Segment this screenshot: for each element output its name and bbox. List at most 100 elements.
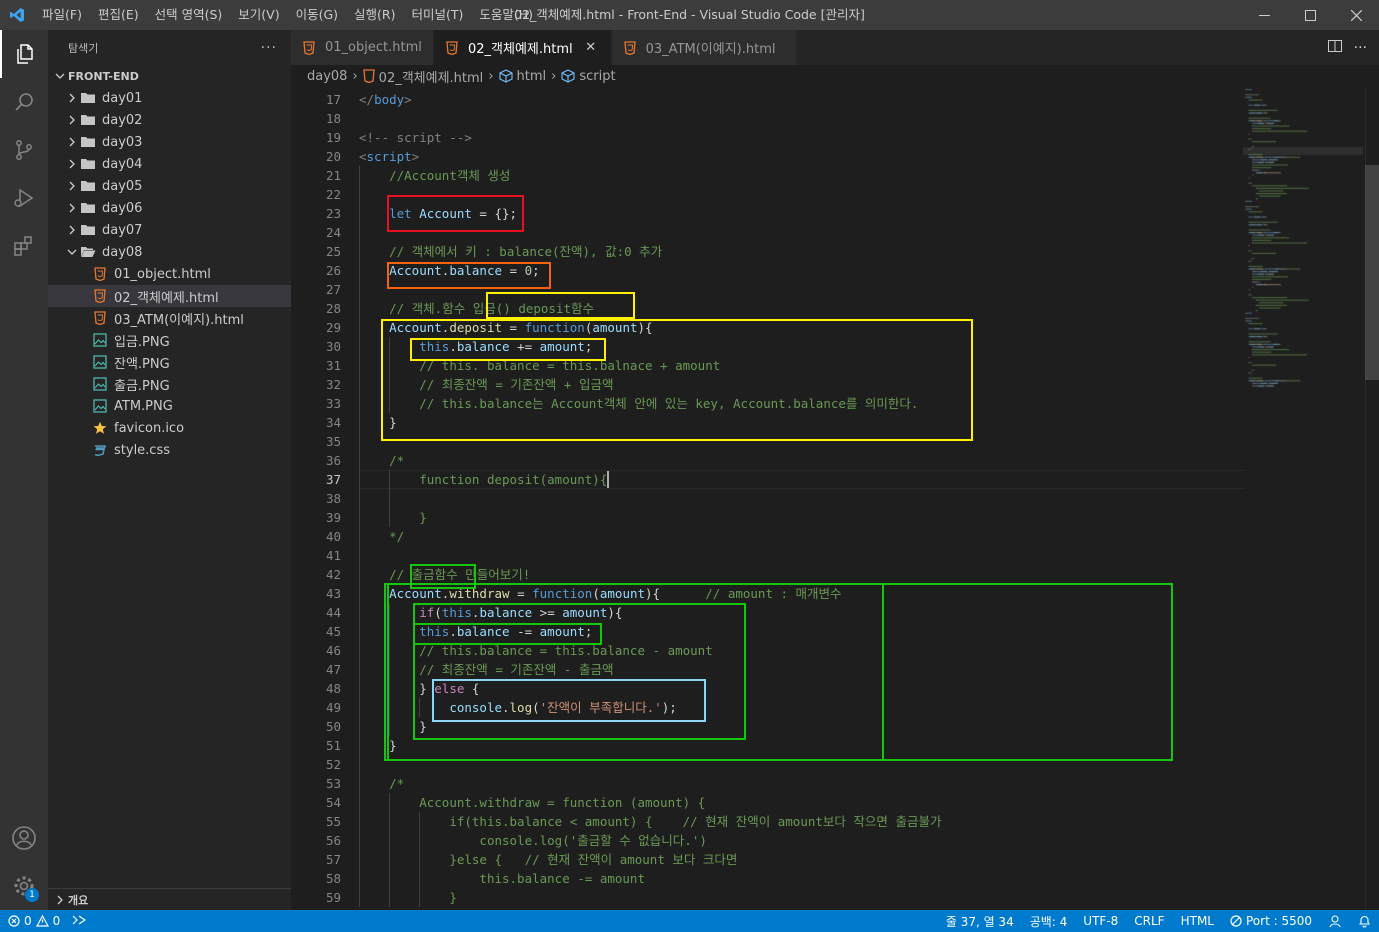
menu-selection[interactable]: 선택 영역(S) xyxy=(147,0,231,30)
folder-item[interactable]: day07 xyxy=(48,219,291,241)
more-actions-icon[interactable]: ··· xyxy=(261,40,277,56)
outline-section[interactable]: 개요 xyxy=(48,888,291,910)
code-line: }else { // 현재 잔액이 amount 보다 크다면 xyxy=(449,852,738,867)
folder-item[interactable]: day01 xyxy=(48,87,291,109)
code-editor[interactable]: 17 18 19 20 21 22 23 24 25 26 27 28 29 30 31 32 33 34 35 36… xyxy=(291,87,1379,910)
line-number: 18 xyxy=(325,111,341,126)
image-icon xyxy=(92,398,108,414)
close-icon[interactable] xyxy=(1333,0,1379,30)
folder-item[interactable]: day04 xyxy=(48,153,291,175)
file-item[interactable]: 출금.PNG xyxy=(48,373,291,395)
line-number: 53 xyxy=(325,776,341,791)
tab-label: 03_ATM(이예지).html xyxy=(645,42,776,57)
line-number: 45 xyxy=(325,624,341,639)
tree-item-label: day06 xyxy=(102,200,143,216)
code-line: // this.balance = this.balance - amount xyxy=(419,643,713,658)
menu-edit[interactable]: 편집(E) xyxy=(90,0,147,30)
settings-gear-icon[interactable]: 1 xyxy=(0,862,48,910)
warning-count: 0 xyxy=(52,914,61,928)
more-actions-icon[interactable]: ··· xyxy=(1354,40,1367,56)
explorer-icon[interactable] xyxy=(0,30,48,78)
menu-help[interactable]: 도움말(H) xyxy=(471,0,541,30)
file-item[interactable]: style.css xyxy=(48,439,291,461)
tab-03-atm[interactable]: 03_ATM(이예지).html xyxy=(611,30,797,65)
line-number: 39 xyxy=(325,510,341,525)
minimap[interactable] xyxy=(1243,87,1363,910)
folder-item[interactable]: day06 xyxy=(48,197,291,219)
line-number: 49 xyxy=(325,700,341,715)
file-item[interactable]: 01_object.html xyxy=(48,263,291,285)
file-tree: day01 day02 day03 day04 day05 day06 day07 day08… xyxy=(48,87,291,461)
end-of-line[interactable]: CRLF xyxy=(1126,914,1172,928)
tab-01-object[interactable]: 01_object.html xyxy=(291,30,434,65)
tree-item-label: day04 xyxy=(102,156,143,172)
run-debug-icon[interactable] xyxy=(0,174,48,222)
breadcrumb-script[interactable]: script xyxy=(579,69,615,84)
menu-terminal[interactable]: 터미널(T) xyxy=(404,0,472,30)
live-share-icon[interactable] xyxy=(72,914,87,929)
outline-label: 개요 xyxy=(68,893,89,907)
file-item[interactable]: 03_ATM(이예지).html xyxy=(48,307,291,329)
workspace-section[interactable]: FRONT-END xyxy=(48,65,291,87)
notifications-bell-icon[interactable] xyxy=(1350,914,1379,928)
extensions-icon[interactable] xyxy=(0,222,48,270)
menu-view[interactable]: 보기(V) xyxy=(230,0,287,30)
encoding[interactable]: UTF-8 xyxy=(1075,914,1126,928)
status-left: 0 0 xyxy=(0,910,87,932)
accounts-icon[interactable] xyxy=(0,814,48,862)
tab-02-object-example[interactable]: 02_객체예제.html ✕ xyxy=(434,30,612,65)
explorer-title: 탐색기 xyxy=(68,41,99,55)
breadcrumb-folder[interactable]: day08 xyxy=(307,69,347,84)
file-item[interactable]: 잔액.PNG xyxy=(48,351,291,373)
live-server-port[interactable]: Port : 5500 xyxy=(1222,914,1320,928)
menu-file[interactable]: 파일(F) xyxy=(34,0,90,30)
problems-indicator[interactable]: 0 0 xyxy=(8,914,60,928)
split-editor-icon[interactable] xyxy=(1327,39,1342,57)
line-number: 50 xyxy=(325,719,341,734)
css-icon xyxy=(92,442,108,458)
feedback-icon[interactable] xyxy=(1320,914,1350,928)
text-cursor xyxy=(607,471,610,488)
source-control-icon[interactable] xyxy=(0,126,48,174)
scrollbar-thumb[interactable] xyxy=(1365,165,1379,380)
menu-go[interactable]: 이동(G) xyxy=(288,0,346,30)
line-number: 33 xyxy=(325,396,341,411)
folder-item[interactable]: day03 xyxy=(48,131,291,153)
breadcrumb-html[interactable]: html xyxy=(517,69,547,84)
tree-item-label: day07 xyxy=(102,222,143,238)
file-item[interactable]: 입금.PNG xyxy=(48,329,291,351)
breadcrumb-file[interactable]: 02_객체예제.html xyxy=(379,67,484,86)
folder-item[interactable]: day05 xyxy=(48,175,291,197)
folder-icon xyxy=(80,112,96,128)
line-number: 32 xyxy=(325,377,341,392)
code-line: this.balance -= amount xyxy=(479,871,645,886)
folder-item-open[interactable]: day08 xyxy=(48,241,291,263)
folder-item[interactable]: day02 xyxy=(48,109,291,131)
code-line: <script> xyxy=(359,149,420,164)
menu-run[interactable]: 실행(R) xyxy=(346,0,403,30)
tree-item-label: favicon.ico xyxy=(114,420,185,436)
minimize-icon[interactable] xyxy=(1241,0,1287,30)
vertical-scrollbar[interactable] xyxy=(1365,87,1379,910)
file-item[interactable]: favicon.ico xyxy=(48,417,291,439)
code-line: } xyxy=(359,415,397,430)
file-item[interactable]: ATM.PNG xyxy=(48,395,291,417)
file-item[interactable]: 02_객체예제.html xyxy=(48,285,291,307)
code-line: Account.deposit = function(amount){ xyxy=(389,320,653,335)
star-icon xyxy=(92,420,108,436)
search-icon[interactable] xyxy=(0,78,48,126)
tree-item-label: ATM.PNG xyxy=(114,398,173,414)
line-number: 48 xyxy=(325,681,341,696)
cursor-position[interactable]: 줄 37, 열 34 xyxy=(938,913,1022,930)
folder-icon xyxy=(80,222,96,238)
tree-item-label: 02_객체예제.html xyxy=(114,290,219,306)
line-number: 34 xyxy=(325,415,341,430)
line-number: 46 xyxy=(325,643,341,658)
indentation[interactable]: 공백: 4 xyxy=(1022,913,1076,930)
maximize-icon[interactable] xyxy=(1287,0,1333,30)
language-mode[interactable]: HTML xyxy=(1173,914,1222,928)
chevron-right-icon xyxy=(52,895,68,905)
no-entry-icon xyxy=(1230,915,1242,927)
element-cube-icon xyxy=(498,69,513,83)
close-icon[interactable]: ✕ xyxy=(581,40,601,55)
